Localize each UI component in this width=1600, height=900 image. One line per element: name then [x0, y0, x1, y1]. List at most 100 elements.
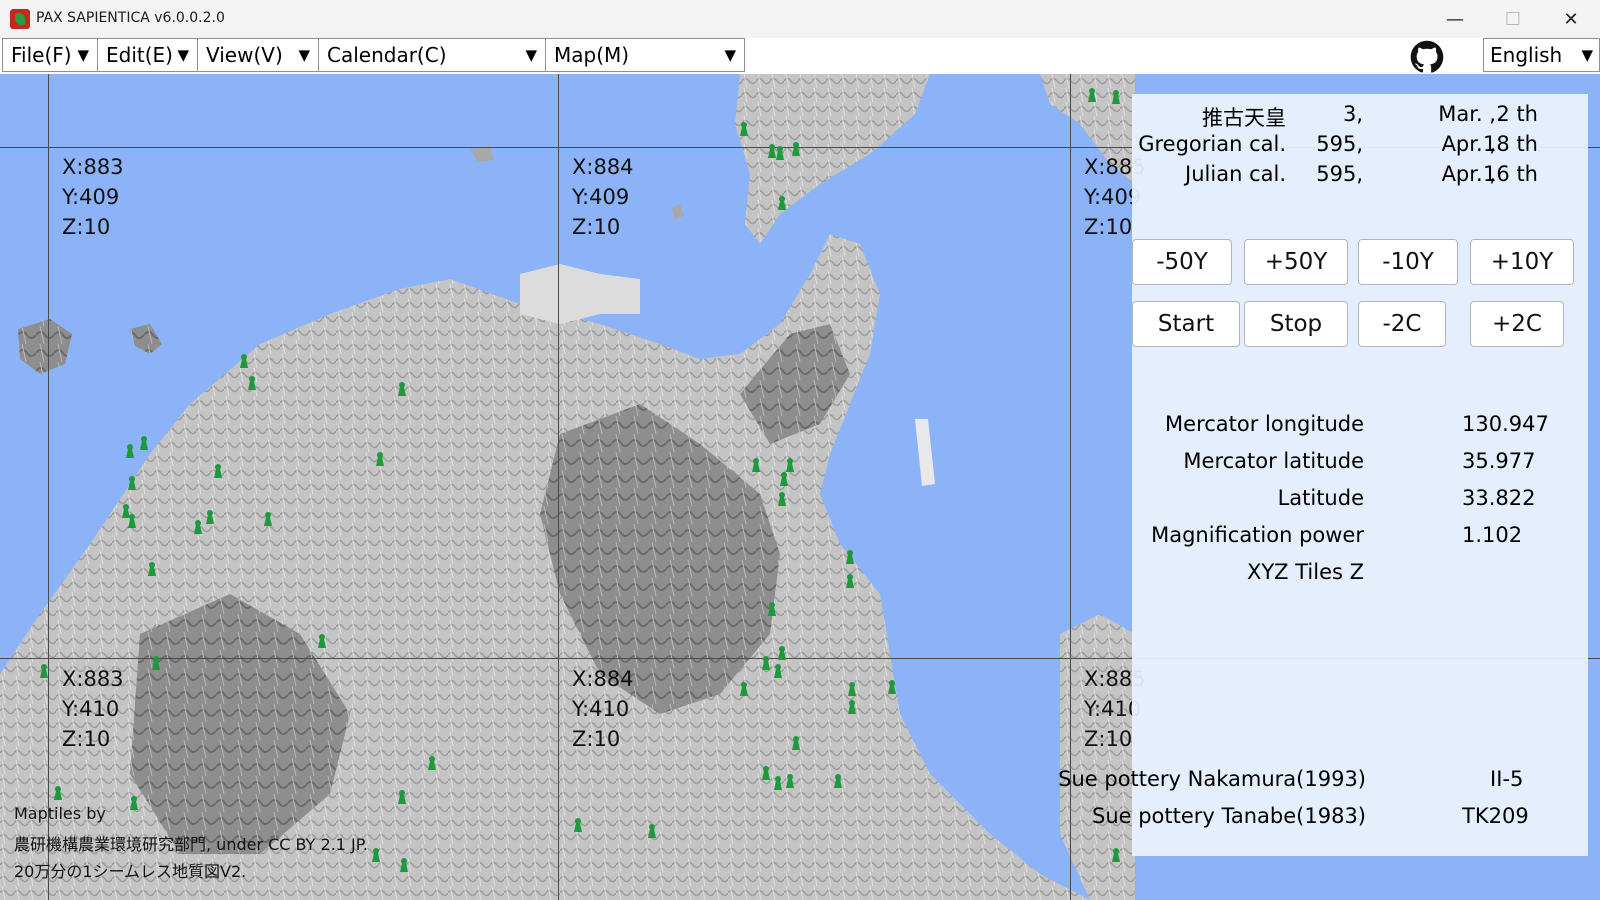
site-marker[interactable]: [376, 452, 384, 466]
site-marker[interactable]: [428, 756, 436, 770]
start-button[interactable]: Start: [1132, 301, 1240, 347]
close-button[interactable]: ✕: [1542, 0, 1600, 38]
chevron-down-icon: ▼: [77, 46, 89, 64]
site-marker[interactable]: [792, 142, 800, 156]
minus-2-centuries-button[interactable]: -2C: [1358, 301, 1446, 347]
site-marker[interactable]: [1112, 848, 1120, 862]
site-marker[interactable]: [130, 796, 138, 810]
site-marker[interactable]: [752, 458, 760, 472]
site-marker[interactable]: [762, 656, 770, 670]
minus-50-years-button[interactable]: -50Y: [1132, 239, 1232, 285]
island-small-3: [672, 204, 684, 219]
minus-10-years-button[interactable]: -10Y: [1358, 239, 1458, 285]
site-marker[interactable]: [1088, 88, 1096, 102]
site-marker[interactable]: [40, 664, 48, 678]
app-icon: [10, 9, 30, 29]
menu-calendar[interactable]: Calendar(C) ▼: [318, 38, 546, 72]
menu-bar: File(F) ▼ Edit(E) ▼ View(V) ▼ Calendar(C…: [0, 38, 1600, 74]
site-marker[interactable]: [318, 634, 326, 648]
calendar-row-julian: Julian cal. 595, Apr. , 16 th: [1132, 162, 1588, 192]
sue-pottery-tanabe-value: TK209: [1462, 804, 1529, 828]
info-panel: 推古天皇 3, Mar. , 2 th Gregorian cal. 595, …: [1058, 94, 1588, 856]
site-marker[interactable]: [888, 680, 896, 694]
site-marker[interactable]: [400, 858, 408, 872]
plus-2-centuries-button[interactable]: +2C: [1470, 301, 1564, 347]
menu-file[interactable]: File(F) ▼: [2, 38, 98, 72]
plus-10-years-button[interactable]: +10Y: [1470, 239, 1574, 285]
site-marker[interactable]: [846, 550, 854, 564]
site-marker[interactable]: [152, 656, 160, 670]
site-marker[interactable]: [126, 444, 134, 458]
map-credit-line: Maptiles by: [14, 804, 106, 823]
site-marker[interactable]: [778, 196, 786, 210]
tile-x: X:883: [62, 155, 124, 179]
site-marker[interactable]: [768, 602, 776, 616]
site-marker[interactable]: [128, 476, 136, 490]
language-select[interactable]: English ▼: [1483, 38, 1600, 72]
language-select-value: English: [1490, 43, 1563, 67]
site-marker[interactable]: [786, 774, 794, 788]
magnification-label: Magnification power: [1151, 523, 1364, 547]
site-marker[interactable]: [372, 848, 380, 862]
site-marker[interactable]: [780, 472, 788, 486]
site-marker[interactable]: [786, 458, 794, 472]
site-marker[interactable]: [398, 382, 406, 396]
site-marker[interactable]: [264, 512, 272, 526]
github-icon[interactable]: [1410, 40, 1444, 74]
menu-calendar-label: Calendar(C): [327, 43, 447, 67]
site-marker[interactable]: [740, 122, 748, 136]
menu-view-label: View(V): [206, 43, 283, 67]
site-marker[interactable]: [54, 786, 62, 800]
site-marker[interactable]: [740, 682, 748, 696]
calendar-era-label: Julian cal.: [1185, 162, 1286, 186]
island-west: [18, 319, 72, 374]
site-marker[interactable]: [846, 574, 854, 588]
site-marker[interactable]: [398, 790, 406, 804]
calendar-year: 3,: [1342, 102, 1363, 126]
site-marker[interactable]: [1112, 90, 1120, 104]
chevron-down-icon: ▼: [298, 46, 310, 64]
plus-50-years-button[interactable]: +50Y: [1244, 239, 1348, 285]
site-marker[interactable]: [778, 646, 786, 660]
port-structure: [520, 264, 640, 324]
sue-pottery-nakamura-value: II-5: [1490, 767, 1524, 791]
site-marker[interactable]: [148, 562, 156, 576]
site-marker[interactable]: [140, 436, 148, 450]
tile-label: X:883 Y:410 Z:10: [62, 664, 124, 754]
site-marker[interactable]: [194, 520, 202, 534]
tile-z: Z:10: [62, 215, 111, 239]
tile-grid-line: [558, 74, 559, 900]
site-marker[interactable]: [774, 776, 782, 790]
site-marker[interactable]: [792, 736, 800, 750]
site-marker[interactable]: [248, 376, 256, 390]
site-marker[interactable]: [214, 464, 222, 478]
site-marker[interactable]: [776, 146, 784, 160]
chevron-down-icon: ▼: [724, 46, 736, 64]
site-marker[interactable]: [648, 824, 656, 838]
site-marker[interactable]: [206, 510, 214, 524]
site-marker[interactable]: [768, 144, 776, 158]
site-marker[interactable]: [778, 492, 786, 506]
stop-button[interactable]: Stop: [1244, 301, 1348, 347]
window-title: PAX SAPIENTICA v6.0.0.2.0: [36, 10, 225, 26]
site-marker[interactable]: [762, 766, 770, 780]
calendar-day: 16 th: [1483, 162, 1538, 186]
site-marker[interactable]: [848, 700, 856, 714]
site-marker[interactable]: [574, 818, 582, 832]
tile-y: Y:410: [572, 697, 630, 721]
tile-y: Y:409: [62, 185, 120, 209]
site-marker[interactable]: [774, 664, 782, 678]
site-marker[interactable]: [848, 682, 856, 696]
menu-map[interactable]: Map(M) ▼: [545, 38, 745, 72]
menu-file-label: File(F): [11, 43, 72, 67]
tile-label: X:884 Y:409 Z:10: [572, 152, 634, 242]
menu-edit[interactable]: Edit(E) ▼: [97, 38, 198, 72]
maximize-button[interactable]: ☐: [1484, 0, 1542, 38]
minimize-button[interactable]: —: [1426, 0, 1484, 38]
menu-view[interactable]: View(V) ▼: [197, 38, 319, 72]
site-marker[interactable]: [240, 354, 248, 368]
site-marker[interactable]: [128, 514, 136, 528]
site-marker[interactable]: [834, 774, 842, 788]
xyz-tiles-z-label: XYZ Tiles Z: [1246, 560, 1364, 584]
calendar-day: 18 th: [1483, 132, 1538, 156]
